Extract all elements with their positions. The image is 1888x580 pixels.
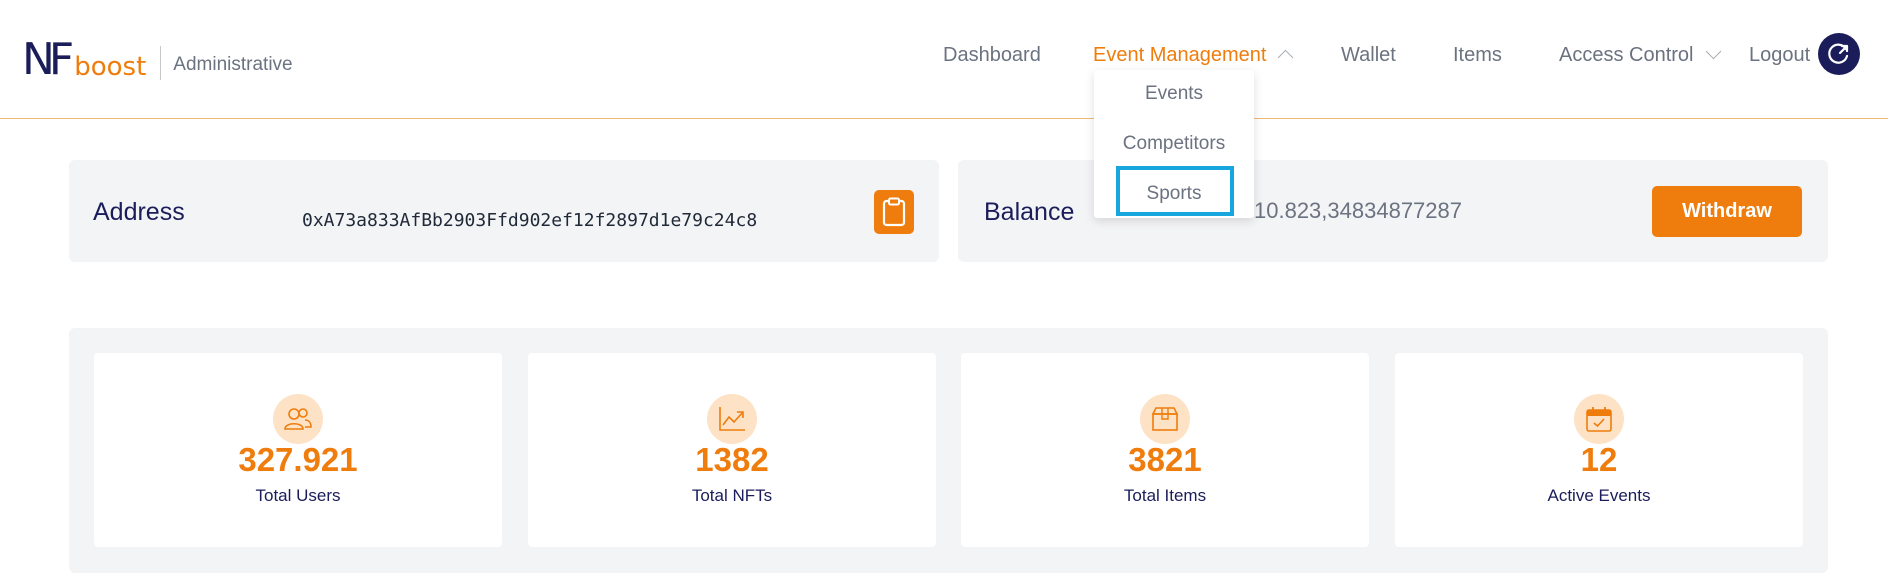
- event-management-dropdown: Events Competitors Sports: [1094, 70, 1254, 218]
- stat-card-total-nfts: 1382 Total NFTs: [528, 353, 936, 547]
- nav-access-control[interactable]: Access Control: [1559, 40, 1721, 70]
- withdraw-button[interactable]: Withdraw: [1652, 186, 1802, 237]
- logout-icon[interactable]: [1818, 33, 1860, 75]
- dropdown-item-events[interactable]: Events: [1094, 79, 1254, 109]
- chevron-down-icon: [1705, 43, 1721, 60]
- stat-value: 1382: [695, 441, 769, 478]
- nav-logout[interactable]: Logout: [1749, 40, 1810, 70]
- logout-arrow-icon: [1828, 43, 1849, 64]
- address-value: 0xA73a833AfBb2903Ffd902ef12f2897d1e79c24…: [302, 210, 758, 231]
- stat-label: Total Items: [1123, 486, 1207, 505]
- nav-items[interactable]: Items: [1453, 40, 1502, 70]
- stat-card-active-events: 12 Active Events: [1395, 353, 1803, 547]
- chart-icon: [707, 394, 757, 444]
- stat-value: 3821: [1128, 441, 1202, 478]
- stat-value: 327.921: [238, 441, 358, 478]
- users-icon: [273, 394, 323, 444]
- address-label: Address: [93, 198, 185, 226]
- clipboard-icon: [882, 197, 906, 227]
- nav-dashboard[interactable]: Dashboard: [943, 40, 1041, 70]
- top-header: NF boost Administrative Dashboard Event …: [0, 0, 1888, 119]
- nav-event-management[interactable]: Event Management: [1093, 40, 1294, 70]
- dropdown-item-competitors[interactable]: Competitors: [1094, 129, 1254, 159]
- stat-label: Total Users: [255, 486, 341, 505]
- chevron-up-icon: [1278, 49, 1294, 66]
- main-nav: Dashboard Event Management Wallet Items …: [0, 40, 1888, 70]
- box-icon: [1140, 394, 1190, 444]
- stat-card-total-users: 327.921 Total Users: [94, 353, 502, 547]
- nav-access-control-label: Access Control: [1559, 44, 1694, 66]
- calendar-icon: [1574, 394, 1624, 444]
- stat-card-total-items: 3821 Total Items: [961, 353, 1369, 547]
- nav-event-management-label: Event Management: [1093, 44, 1267, 66]
- balance-value: 10.823,34834877287: [1254, 198, 1462, 223]
- stat-label: Active Events: [1547, 486, 1651, 505]
- sports-highlight-box: [1116, 166, 1234, 216]
- balance-label: Balance: [984, 198, 1075, 226]
- stat-label: Total NFTs: [691, 486, 773, 505]
- stat-value: 12: [1580, 441, 1618, 478]
- copy-address-button[interactable]: [874, 190, 914, 234]
- nav-wallet[interactable]: Wallet: [1341, 40, 1396, 70]
